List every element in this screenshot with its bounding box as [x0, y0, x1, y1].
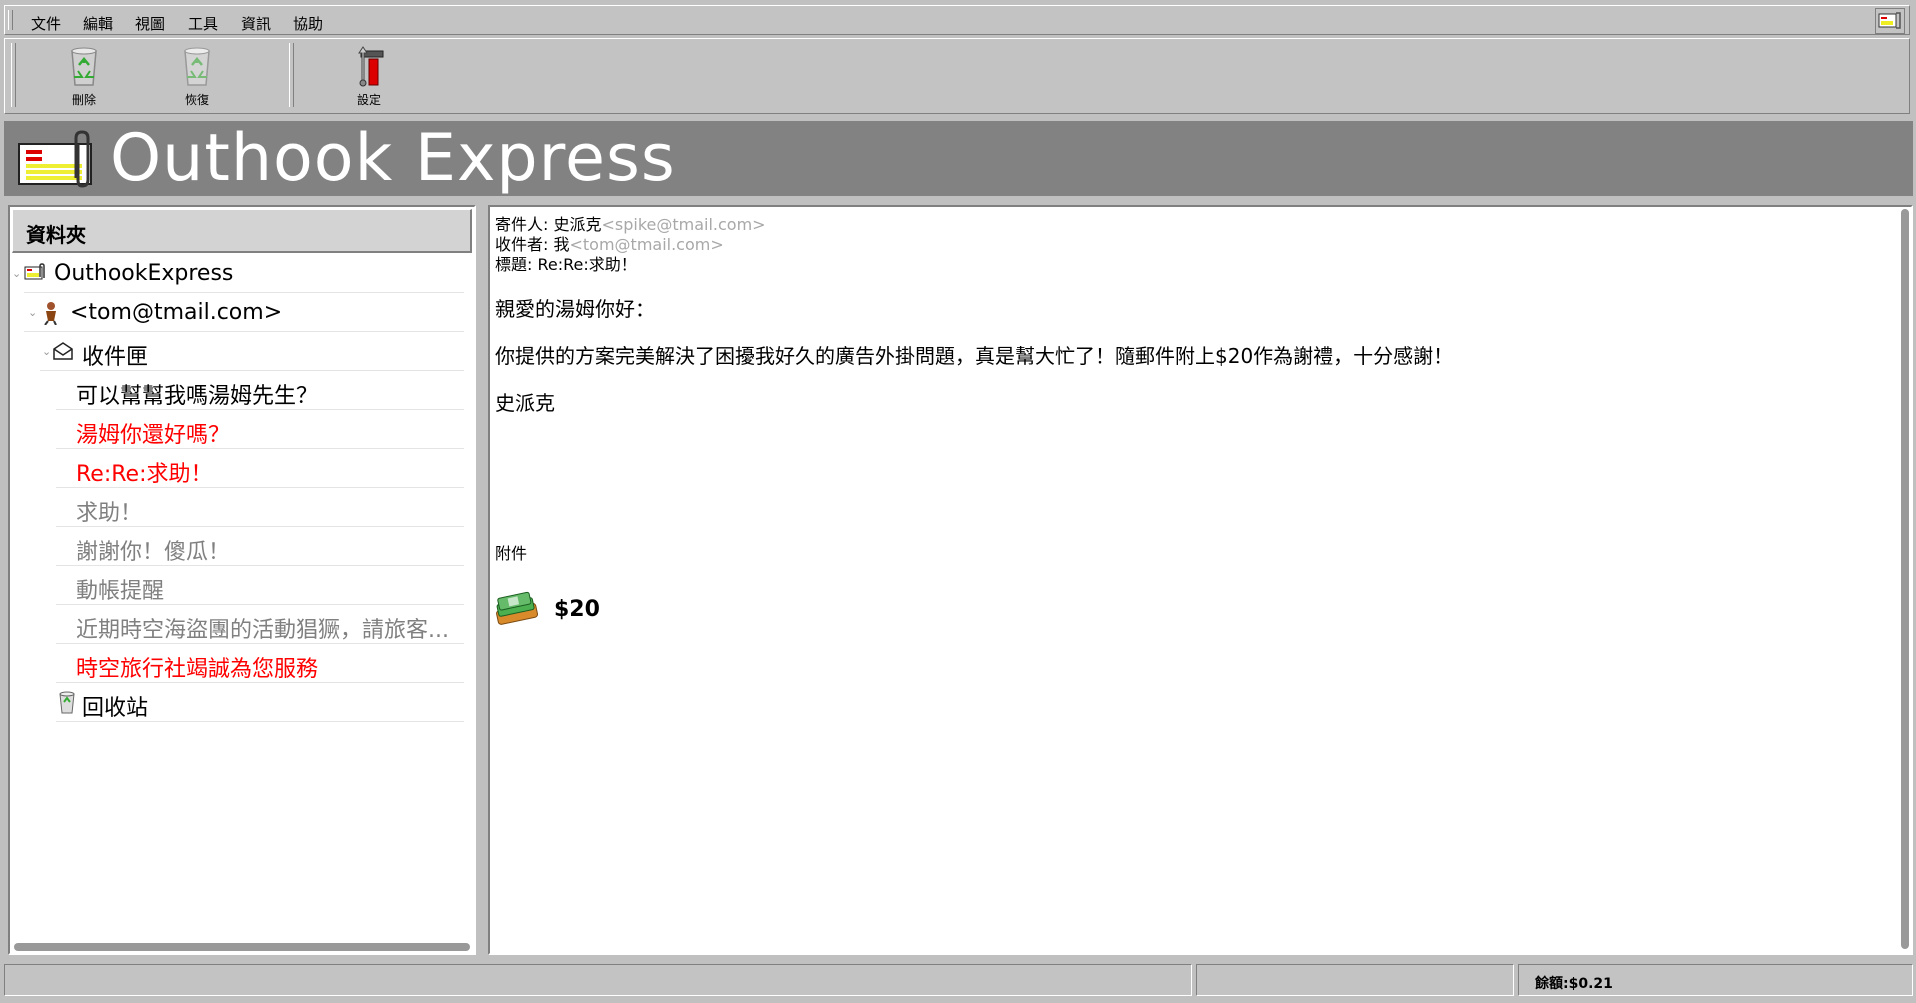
app-title: Outhook Express	[110, 121, 676, 196]
vertical-scrollbar[interactable]	[1901, 209, 1909, 949]
outhook-logo-icon	[24, 263, 46, 285]
message-list-item[interactable]: 湯姆你還好嗎？	[56, 411, 464, 449]
message-list-item[interactable]: 求助！	[56, 489, 464, 527]
status-cell-main	[4, 964, 1192, 996]
message-list-item[interactable]: 可以幫幫我嗎湯姆先生？	[56, 372, 464, 410]
tree-inbox[interactable]: ⌄ 收件匣	[40, 333, 464, 371]
delete-label: 刪除	[71, 93, 96, 107]
message-subject: 近期時空海盜團的活動猖獗，請旅客...	[76, 618, 449, 643]
tools-icon	[345, 45, 393, 89]
outhook-logo-icon	[16, 130, 98, 188]
settings-button[interactable]: 設定	[334, 45, 404, 111]
folder-panel: 資料夾 ⌄ OuthookExpress ⌄ <tom@tmail.com> ⌄…	[8, 205, 476, 955]
delete-button[interactable]: 刪除	[49, 45, 119, 111]
menu-tools[interactable]: 工具	[188, 13, 218, 34]
menu-file[interactable]: 文件	[31, 13, 61, 34]
message-list-item[interactable]: 時空旅行社竭誠為您服務	[56, 645, 464, 683]
message-preview-pane: 寄件人: 史派克<spike@tmail.com> 收件者: 我<tom@tma…	[488, 205, 1913, 955]
app-banner: Outhook Express	[4, 121, 1913, 196]
chevron-down-icon[interactable]: ⌄	[28, 306, 37, 319]
menu-bar: 文件 編輯 視圖 工具 資訊 協助	[4, 5, 1910, 35]
tree-account-label: <tom@tmail.com>	[70, 300, 283, 325]
message-subject: 可以幫幫我嗎湯姆先生？	[76, 384, 319, 409]
message-list-item[interactable]: 近期時空海盜團的活動猖獗，請旅客...	[56, 606, 464, 644]
tree-inbox-label: 收件匣	[82, 345, 149, 370]
message-list-item[interactable]: 謝謝你！傻瓜！	[56, 528, 464, 566]
status-cell-balance: 餘額:$0.21	[1518, 964, 1913, 996]
windows-flag-icon	[1875, 8, 1905, 34]
recycle-bin-icon	[56, 691, 78, 719]
menu-info[interactable]: 資訊	[241, 13, 271, 34]
attachment-amount: $20	[554, 597, 600, 622]
message-list-item[interactable]: 動帳提醒	[56, 567, 464, 605]
message-signature: 史派克	[495, 391, 555, 415]
menu-view[interactable]: 視圖	[135, 13, 165, 34]
message-list-item[interactable]: Re:Re:求助！	[56, 450, 464, 488]
menu-edit[interactable]: 編輯	[83, 13, 113, 34]
horizontal-scrollbar[interactable]	[14, 943, 470, 951]
chevron-down-icon[interactable]: ⌄	[42, 345, 51, 358]
restore-label: 恢復	[184, 93, 209, 107]
toolbar-grip	[11, 43, 16, 107]
message-greeting: 親愛的湯姆你好：	[495, 297, 655, 321]
user-icon	[40, 301, 60, 329]
inbox-icon	[52, 341, 74, 365]
message-subject: 謝謝你！傻瓜！	[76, 540, 231, 565]
menu-grip	[8, 10, 13, 30]
attachments-label: 附件	[495, 544, 528, 563]
message-subject: 求助！	[76, 501, 143, 526]
tree-root[interactable]: ⌄ OuthookExpress	[12, 255, 464, 293]
message-subject: 動帳提醒	[76, 579, 165, 604]
money-stack-icon	[494, 589, 538, 629]
status-bar: 餘額:$0.21	[4, 962, 1913, 998]
restore-button[interactable]: 恢復	[162, 45, 232, 111]
settings-label: 設定	[356, 93, 381, 107]
chevron-down-icon[interactable]: ⌄	[12, 267, 21, 280]
balance-text: 餘額:$0.21	[1535, 976, 1613, 992]
message-subject: 時空旅行社竭誠為您服務	[76, 657, 319, 682]
recycle-bin-icon	[173, 45, 221, 89]
toolbar-separator	[289, 43, 294, 107]
recycle-bin-icon	[60, 45, 108, 89]
message-body: 你提供的方案完美解決了困擾我好久的廣告外掛問題，真是幫大忙了！隨郵件附上$20作…	[495, 344, 1454, 368]
menu-help[interactable]: 協助	[293, 13, 323, 34]
tree-recycle-bin[interactable]: 回收站	[56, 684, 464, 722]
folder-panel-title: 資料夾	[26, 223, 86, 247]
status-cell-middle	[1196, 964, 1514, 996]
toolbar: 刪除 恢復 設定	[4, 38, 1910, 114]
tree-root-label: OuthookExpress	[54, 261, 234, 286]
message-subject-line: 標題: Re:Re:求助！	[495, 255, 637, 274]
message-subject: Re:Re:求助！	[76, 462, 213, 487]
tree-account[interactable]: ⌄ <tom@tmail.com>	[24, 294, 464, 332]
folder-panel-header: 資料夾	[12, 209, 472, 253]
tree-recycle-label: 回收站	[82, 696, 149, 721]
message-subject: 湯姆你還好嗎？	[76, 423, 231, 448]
